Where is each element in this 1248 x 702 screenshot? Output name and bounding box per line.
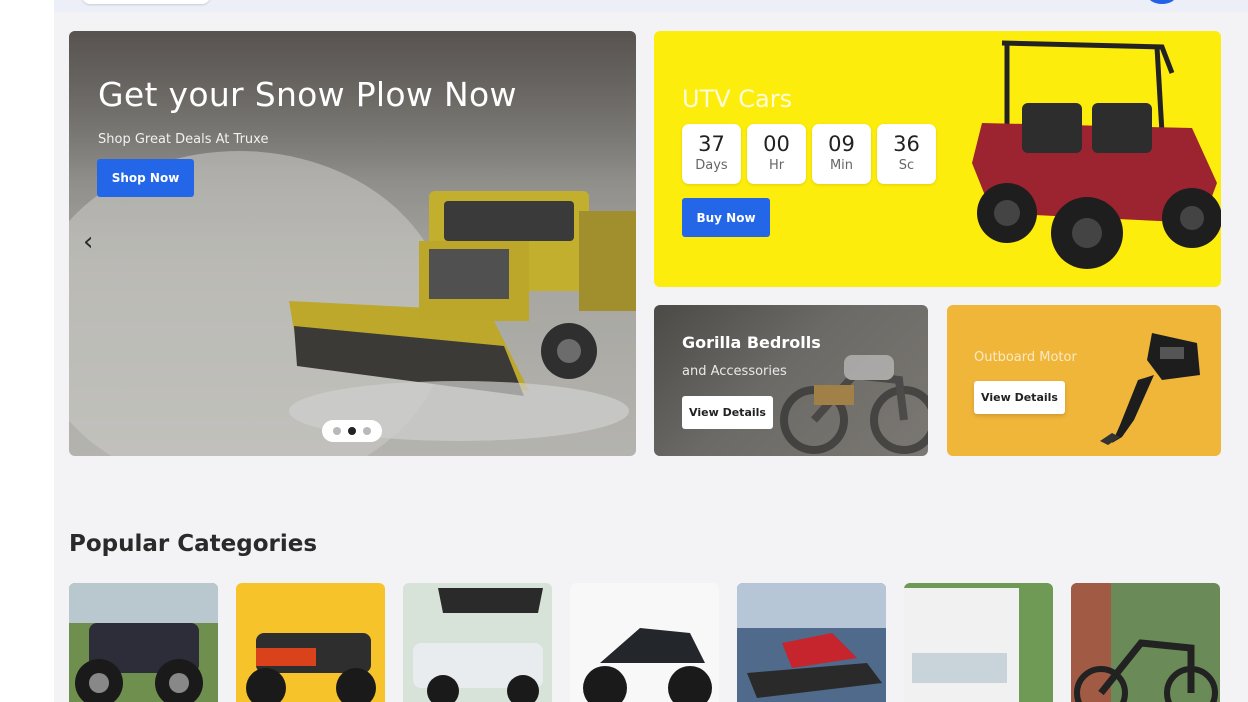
- view-details-button[interactable]: View Details: [974, 381, 1065, 414]
- countdown-unit: Min: [829, 158, 854, 173]
- golf-cart-image: [403, 583, 552, 702]
- countdown-value: 37: [698, 132, 725, 156]
- slider-dot-2[interactable]: [348, 427, 356, 435]
- countdown-unit: Days: [695, 158, 728, 173]
- avatar[interactable]: [1147, 0, 1177, 4]
- countdown-value: 09: [828, 132, 855, 156]
- food-truck-image: [904, 583, 1053, 702]
- countdown-unit: Hr: [768, 158, 785, 173]
- atv-image: [69, 583, 218, 702]
- countdown-timer: 37 Days 00 Hr 09 Min 36 Sc: [682, 124, 936, 184]
- category-atv[interactable]: [69, 583, 218, 702]
- section-title: Popular Categories: [69, 531, 318, 557]
- countdown-seconds: 36 Sc: [877, 124, 936, 184]
- gorilla-title: Gorilla Bedrolls: [682, 333, 821, 352]
- utv-title: UTV Cars: [682, 85, 793, 113]
- category-food-truck[interactable]: [904, 583, 1053, 702]
- countdown-value: 36: [893, 132, 920, 156]
- buy-now-button[interactable]: Buy Now: [682, 198, 770, 237]
- countdown-unit: Sc: [898, 158, 915, 173]
- outboard-motor-image: [1100, 333, 1200, 445]
- jet-ski-image: [737, 583, 886, 702]
- chevron-left-icon[interactable]: ‹: [83, 229, 93, 255]
- countdown-days: 37 Days: [682, 124, 741, 184]
- search-pill[interactable]: [82, 0, 210, 4]
- category-jet-ski[interactable]: [737, 583, 886, 702]
- countdown-value: 00: [763, 132, 790, 156]
- e-bike-image: [1071, 583, 1220, 702]
- slider-dot-1[interactable]: [333, 427, 341, 435]
- outboard-title: Outboard Motor: [974, 350, 1077, 365]
- hero-subtitle: Shop Great Deals At Truxe: [98, 132, 269, 147]
- top-header-bar: [54, 0, 1248, 12]
- slider-dot-3[interactable]: [363, 427, 371, 435]
- slider-dots: [322, 420, 382, 442]
- quad-image: [236, 583, 385, 702]
- hero-slider: Get your Snow Plow Now Shop Great Deals …: [69, 31, 636, 456]
- category-golf-cart[interactable]: [403, 583, 552, 702]
- category-list: [69, 583, 1220, 702]
- gorilla-subtitle: and Accessories: [682, 364, 787, 379]
- category-quad[interactable]: [236, 583, 385, 702]
- hero-title: Get your Snow Plow Now: [98, 75, 517, 114]
- category-e-bike[interactable]: [1071, 583, 1220, 702]
- utv-image: [972, 40, 1221, 269]
- gorilla-bedrolls-card: Gorilla Bedrolls and Accessories View De…: [654, 305, 928, 456]
- countdown-minutes: 09 Min: [812, 124, 871, 184]
- countdown-hours: 00 Hr: [747, 124, 806, 184]
- shop-now-button[interactable]: Shop Now: [97, 159, 194, 197]
- category-motorcycle[interactable]: [570, 583, 719, 702]
- outboard-motor-card: Outboard Motor View Details: [947, 305, 1221, 456]
- view-details-button[interactable]: View Details: [682, 396, 773, 429]
- utv-promo-card: UTV Cars 37 Days 00 Hr 09 Min 36 Sc Buy …: [654, 31, 1221, 287]
- motorcycle-image: [570, 583, 719, 702]
